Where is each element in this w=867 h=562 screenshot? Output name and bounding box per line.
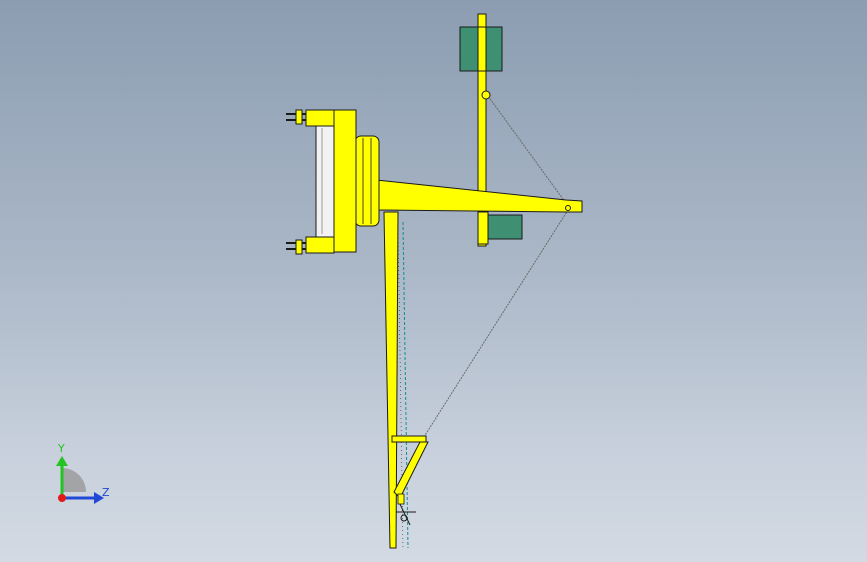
lower-nut: [295, 239, 303, 255]
upper-nut: [295, 109, 303, 125]
mounting-flange[interactable]: [331, 109, 357, 253]
cad-model[interactable]: [0, 0, 867, 562]
z-axis-label: Z: [102, 486, 110, 499]
upper-stay-cable: [487, 95, 569, 207]
mast-pulley: [481, 90, 491, 100]
boom-tip-pin: [565, 205, 571, 211]
y-axis-arrowhead: [56, 456, 68, 466]
triad-graphic: [56, 456, 104, 504]
slewing-drum[interactable]: [354, 135, 380, 227]
long-support-column[interactable]: [383, 211, 399, 549]
lower-clamp-bracket[interactable]: [305, 236, 335, 254]
top-counterweight-inner: [477, 26, 487, 72]
x-axis-point: [58, 494, 66, 502]
coordinate-triad: Y Z: [40, 440, 120, 510]
motor-flange: [477, 211, 489, 245]
upper-clamp-bracket[interactable]: [305, 109, 335, 127]
triad-quadrant: [62, 468, 86, 492]
lower-diagonal-brace[interactable]: [393, 441, 429, 499]
bearing-housing: [315, 124, 335, 238]
y-axis-label: Y: [58, 442, 65, 455]
drive-motor[interactable]: [485, 214, 523, 240]
lower-stay-cable: [421, 209, 569, 441]
cad-viewport[interactable]: Y Z: [0, 0, 867, 562]
lower-cross-bracket[interactable]: [391, 435, 427, 443]
hook-clamp: [397, 493, 405, 505]
